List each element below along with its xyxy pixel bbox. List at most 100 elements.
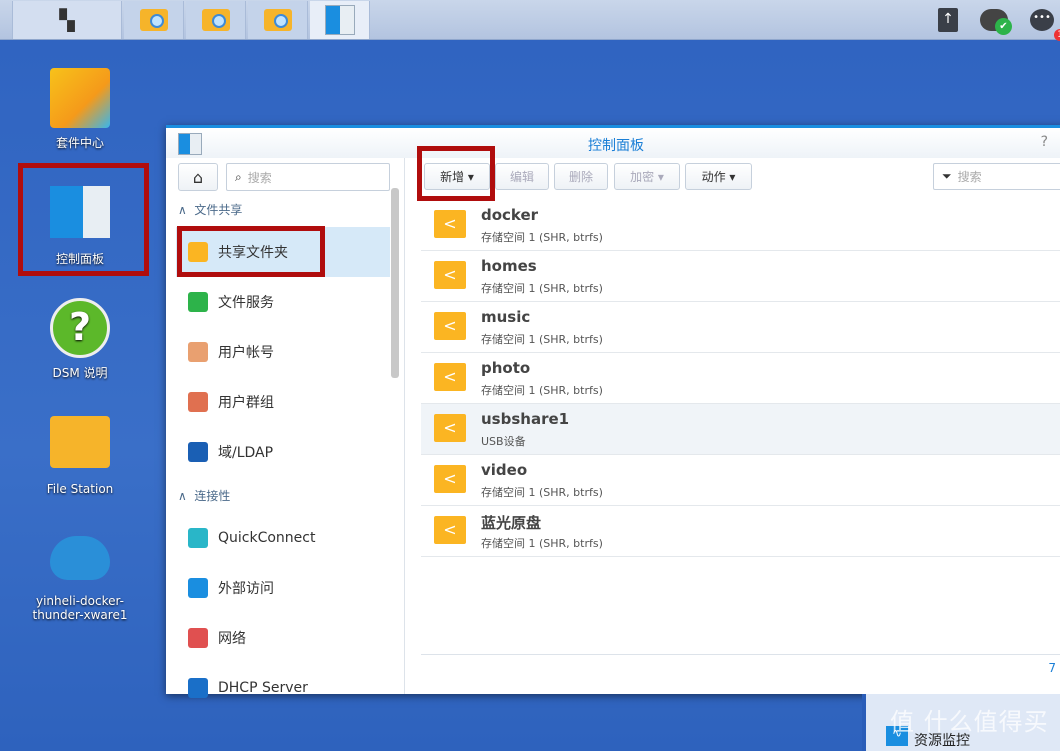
- folder-location: 存储空间 1 (SHR, btrfs): [481, 282, 603, 295]
- sidebar-item-label: DHCP Server: [218, 680, 308, 696]
- watermark: 值 什么值得买: [890, 708, 1049, 736]
- file-station-icon: [139, 9, 168, 31]
- control-panel-icon: [324, 5, 355, 35]
- sidebar-item-icon: [188, 628, 208, 648]
- shared-folder-icon: <: [434, 363, 466, 391]
- shared-folder-row[interactable]: < photo 存储空间 1 (SHR, btrfs): [421, 353, 1060, 404]
- desktop-label: 套件中心: [55, 136, 104, 150]
- main-panel: 新增 ▾ 编辑 删除 加密 ▾ 动作 ▾ ⏷ 搜索 < docker 存储空间 1 (…: [405, 158, 1060, 694]
- sidebar-item-3[interactable]: 用户群组: [176, 377, 390, 427]
- sidebar-item-label: 外部访问: [218, 581, 274, 597]
- folder-name: video: [481, 461, 528, 479]
- sidebar-item-4[interactable]: 域/LDAP: [176, 427, 390, 477]
- folder-name: usbshare1: [481, 410, 570, 428]
- desktop-file-station[interactable]: File Station: [20, 416, 140, 496]
- desktop-dsm-help[interactable]: ? DSM 说明: [20, 298, 140, 381]
- sidebar-item-1[interactable]: 文件服务: [176, 277, 390, 327]
- shared-folder-icon: <: [434, 210, 466, 238]
- search-placeholder: 搜索: [247, 170, 272, 185]
- sidebar-item-label: 网络: [218, 631, 246, 647]
- sidebar-item-icon: [188, 442, 208, 462]
- shared-folder-icon: <: [434, 414, 466, 442]
- taskbar-file-station-1[interactable]: [124, 1, 184, 39]
- sidebar-item-7[interactable]: 网络: [176, 613, 390, 663]
- folder-name: 蓝光原盘: [481, 514, 542, 532]
- desktop-package-center[interactable]: 套件中心: [20, 68, 140, 151]
- home-icon: ⌂: [192, 167, 204, 187]
- control-panel-window: 控制面板 ? ⌂ ⌕ 搜索 ∧ 文件共享 ∧ 连接性 共享文件夹 文件服务 用户帐号用…: [166, 125, 1060, 698]
- sidebar-item-6[interactable]: 外部访问: [176, 563, 390, 613]
- filter-search-input[interactable]: ⏷ 搜索: [933, 163, 1060, 190]
- grid-icon: ▚: [59, 8, 75, 32]
- desktop-label: File Station: [46, 482, 114, 496]
- folder-location: 存储空间 1 (SHR, btrfs): [481, 333, 603, 346]
- search-icon: ⌕: [235, 169, 242, 184]
- shared-folder-row[interactable]: < docker 存储空间 1 (SHR, btrfs): [421, 200, 1060, 251]
- search-placeholder: 搜索: [957, 170, 982, 184]
- sidebar-item-icon: [188, 392, 208, 412]
- folder-location: 存储空间 1 (SHR, btrfs): [481, 537, 603, 550]
- cloud-sync-ok-icon[interactable]: [980, 8, 1012, 35]
- button-label: 删除: [568, 170, 593, 184]
- shared-folder-row[interactable]: < homes 存储空间 1 (SHR, btrfs): [421, 251, 1060, 302]
- item-count: 7: [1048, 661, 1056, 675]
- sidebar-item-icon: [188, 342, 208, 362]
- folder-location: 存储空间 1 (SHR, btrfs): [481, 231, 603, 244]
- shared-folder-row[interactable]: < music 存储空间 1 (SHR, btrfs): [421, 302, 1060, 353]
- shared-folder-row[interactable]: < usbshare1 USB设备: [421, 404, 1060, 455]
- shared-folder-icon: <: [434, 312, 466, 340]
- file-station-icon: [201, 9, 230, 31]
- section-connectivity[interactable]: ∧ 连接性: [178, 487, 230, 504]
- taskbar: ▚ ↑ •••1: [0, 0, 1060, 41]
- action-button[interactable]: 动作 ▾: [685, 163, 752, 190]
- folder-location: USB设备: [481, 435, 526, 448]
- sidebar-item-5[interactable]: QuickConnect: [176, 513, 390, 563]
- section-title: 连接性: [194, 489, 231, 503]
- section-file-sharing[interactable]: ∧ 文件共享: [178, 201, 242, 218]
- delete-button[interactable]: 删除: [554, 163, 608, 190]
- window-title: 控制面板: [588, 138, 644, 154]
- taskbar-file-station-2[interactable]: [186, 1, 246, 39]
- sidebar-item-label: 域/LDAP: [218, 445, 274, 461]
- button-label: 加密: [630, 170, 655, 184]
- home-button[interactable]: ⌂: [178, 163, 218, 191]
- sidebar-scrollbar[interactable]: [391, 188, 399, 378]
- chat-icon[interactable]: •••1: [1030, 8, 1060, 41]
- sidebar-item-label: 用户群组: [218, 395, 274, 411]
- section-title: 文件共享: [194, 203, 243, 217]
- desktop-docker-app[interactable]: yinheli-docker-thunder-xware1: [20, 536, 140, 622]
- shared-folder-row[interactable]: < 蓝光原盘存储空间 1 (SHR, btrfs): [421, 506, 1060, 557]
- button-label: 动作: [701, 170, 726, 184]
- taskbar-control-panel[interactable]: [310, 1, 370, 39]
- upload-icon[interactable]: ↑: [938, 7, 958, 32]
- folder-name: photo: [481, 359, 531, 377]
- encrypt-button[interactable]: 加密 ▾: [614, 163, 680, 190]
- highlight-box-desktop: [18, 163, 149, 276]
- folder-name: homes: [481, 257, 537, 275]
- list-footer: 7: [421, 654, 1060, 682]
- shared-folder-icon: <: [434, 261, 466, 289]
- shared-folder-row[interactable]: < video 存储空间 1 (SHR, btrfs): [421, 455, 1060, 506]
- folder-location: 存储空间 1 (SHR, btrfs): [481, 486, 603, 499]
- desktop-label: DSM 说明: [52, 366, 108, 380]
- shared-folder-icon: <: [434, 516, 466, 544]
- file-station-icon: [50, 416, 110, 468]
- button-label: 编辑: [509, 170, 534, 184]
- sidebar-item-icon: [188, 528, 208, 548]
- sidebar-item-icon: [188, 578, 208, 598]
- window-titlebar[interactable]: 控制面板 ?: [166, 128, 1060, 158]
- sidebar-item-icon: [188, 678, 208, 698]
- main-menu-button[interactable]: ▚: [12, 1, 122, 39]
- folder-name: docker: [481, 206, 539, 224]
- file-station-icon: [263, 9, 292, 31]
- help-button[interactable]: ?: [1041, 134, 1048, 150]
- shared-folder-icon: <: [434, 465, 466, 493]
- filter-icon: ⏷: [942, 169, 952, 183]
- shopping-bag-icon: [50, 68, 110, 128]
- taskbar-file-station-3[interactable]: [248, 1, 308, 39]
- sidebar-search-input[interactable]: ⌕ 搜索: [226, 163, 390, 191]
- sidebar-item-2[interactable]: 用户帐号: [176, 327, 390, 377]
- sidebar-item-icon: [188, 292, 208, 312]
- sidebar-item-8[interactable]: DHCP Server: [176, 663, 390, 713]
- edit-button[interactable]: 编辑: [495, 163, 549, 190]
